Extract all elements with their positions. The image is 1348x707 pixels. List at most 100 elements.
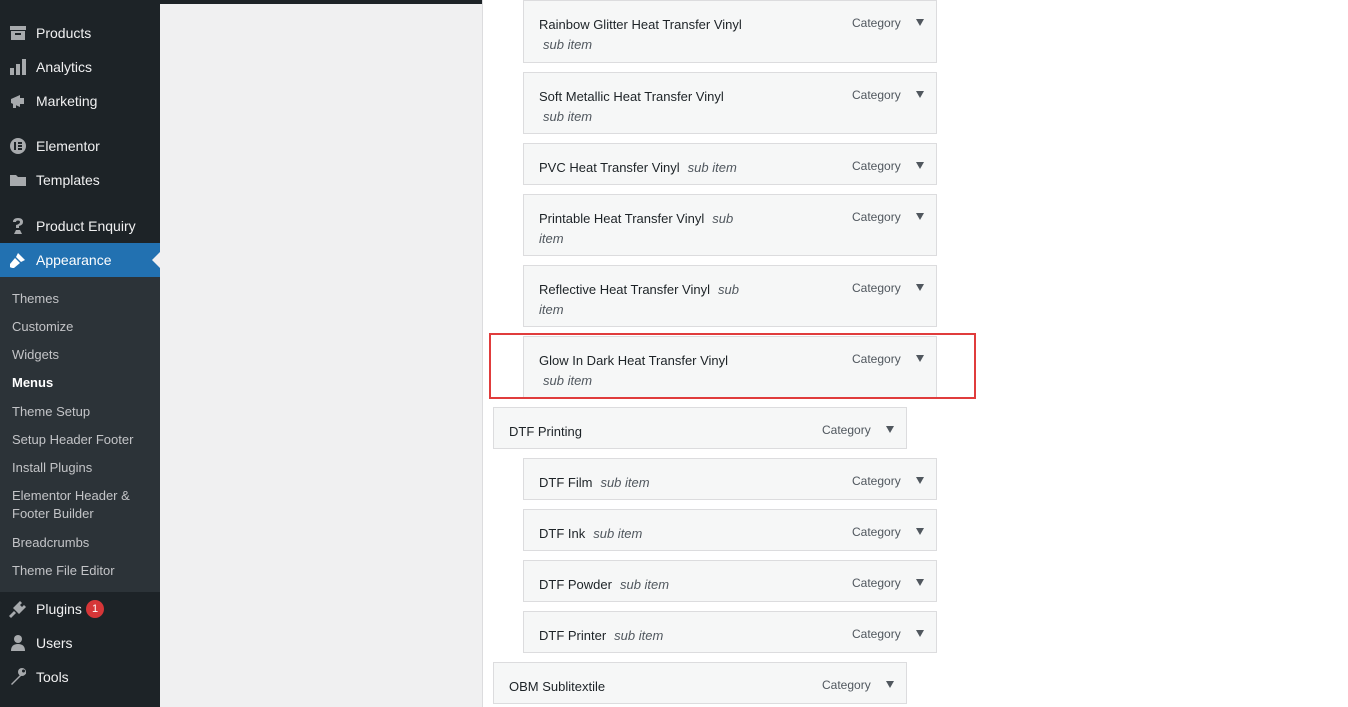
active-pointer [152, 252, 160, 268]
menu-item-type: Category [852, 159, 901, 173]
submenu-item-setup-header-footer[interactable]: Setup Header Footer [12, 431, 152, 449]
menu-item[interactable]: DTF Ink sub item Category [523, 509, 937, 551]
chevron-down-icon[interactable] [912, 87, 928, 103]
menu-item-title: DTF Ink sub item [539, 524, 839, 544]
chevron-down-icon[interactable] [912, 158, 928, 174]
wrench-icon [8, 667, 28, 687]
sidebar-item-tools[interactable]: Tools [0, 660, 160, 694]
menu-item-type: Category [822, 423, 871, 437]
submenu-item-widgets[interactable]: Widgets [12, 346, 152, 364]
menu-item-name: Glow In Dark Heat Transfer Vinyl [539, 353, 729, 368]
sidebar-item-label: Users [36, 635, 73, 651]
menu-item[interactable]: Rainbow Glitter Heat Transfer Vinyl sub i… [523, 0, 937, 63]
chevron-down-icon[interactable] [912, 524, 928, 540]
menu-item-glow-in-dark[interactable]: Glow In Dark Heat Transfer Vinyl sub item… [523, 336, 937, 398]
submenu-item-themes[interactable]: Themes [12, 290, 152, 308]
chevron-down-icon[interactable] [882, 422, 898, 438]
menu-item-title: Printable Heat Transfer Vinyl sub item [539, 209, 744, 249]
bar-chart-icon [8, 57, 28, 77]
menu-item-name: PVC Heat Transfer Vinyl [539, 160, 680, 175]
menu-item-top-level[interactable]: DTF Printing Category [493, 407, 907, 449]
menu-item[interactable]: DTF Powder sub item Category [523, 560, 937, 602]
menu-item-type: Category [852, 576, 901, 590]
sidebar-item-plugins[interactable]: Plugins 1 [0, 592, 160, 626]
menu-item[interactable]: PVC Heat Transfer Vinyl sub item Category [523, 143, 937, 185]
menu-item-type: Category [852, 281, 901, 295]
chevron-down-icon[interactable] [912, 209, 928, 225]
sidebar-item-users[interactable]: Users [0, 626, 160, 660]
menu-item-depth-label: sub item [543, 37, 593, 52]
menu-item-depth-label: sub item [543, 109, 593, 124]
chevron-down-icon[interactable] [912, 351, 928, 367]
menu-item-name: DTF Powder [539, 577, 612, 592]
menu-item-name: OBM Sublitextile [509, 679, 606, 694]
menu-item-type: Category [822, 678, 871, 692]
chevron-down-icon[interactable] [912, 575, 928, 591]
sidebar-item-label: Products [36, 25, 92, 41]
chevron-down-icon[interactable] [882, 677, 898, 693]
menu-item-top-level[interactable]: OBM Sublitextile Category [493, 662, 907, 704]
appearance-submenu: Themes Customize Widgets Menus Theme Set… [0, 277, 160, 592]
menu-item-type: Category [852, 627, 901, 641]
menu-item[interactable]: Soft Metallic Heat Transfer Vinyl sub ite… [523, 72, 937, 134]
sidebar-item-label: Elementor [36, 138, 100, 154]
sidebar-item-elementor[interactable]: Elementor [0, 129, 160, 163]
menu-item-type: Category [852, 352, 901, 366]
submenu-item-elementor-header-footer-builder[interactable]: Elementor Header & Footer Builder [12, 487, 152, 523]
sidebar-item-label: Appearance [36, 252, 112, 268]
sidebar-item-products[interactable]: Products [0, 16, 160, 50]
chevron-down-icon[interactable] [912, 280, 928, 296]
paintbrush-icon [8, 250, 28, 270]
menu-item-title: PVC Heat Transfer Vinyl sub item [539, 158, 839, 178]
sidebar-item-label: Tools [36, 669, 69, 685]
menu-item-name: DTF Printer [539, 628, 607, 643]
menu-item-name: DTF Ink [539, 526, 586, 541]
menu-item-title: DTF Powder sub item [539, 575, 839, 595]
menu-item-depth-label: sub item [600, 475, 650, 490]
menu-item[interactable]: Printable Heat Transfer Vinyl sub item Ca… [523, 194, 937, 256]
folder-icon [8, 170, 28, 190]
sidebar-item-templates[interactable]: Templates [0, 163, 160, 197]
submenu-item-install-plugins[interactable]: Install Plugins [12, 459, 152, 477]
menu-item-type: Category [852, 210, 901, 224]
menu-item[interactable]: DTF Film sub item Category [523, 458, 937, 500]
menu-item-type: Category [852, 474, 901, 488]
sidebar-item-product-enquiry[interactable]: Product Enquiry [0, 209, 160, 243]
submenu-item-menus[interactable]: Menus [12, 374, 152, 392]
submenu-item-customize[interactable]: Customize [12, 318, 152, 336]
menu-item-name: Printable Heat Transfer Vinyl [539, 211, 705, 226]
menu-item-type: Category [852, 16, 901, 30]
chevron-down-icon[interactable] [912, 15, 928, 31]
megaphone-icon [8, 91, 28, 111]
submenu-item-theme-file-editor[interactable]: Theme File Editor [12, 562, 152, 580]
menu-item-depth-label: sub item [543, 373, 593, 388]
sidebar-item-appearance[interactable]: Appearance [0, 243, 160, 277]
menu-item-title: Reflective Heat Transfer Vinyl sub item [539, 280, 744, 320]
chevron-down-icon[interactable] [912, 626, 928, 642]
submenu-item-breadcrumbs[interactable]: Breadcrumbs [12, 534, 152, 552]
submenu-item-theme-setup[interactable]: Theme Setup [12, 403, 152, 421]
sidebar-item-label: Templates [36, 172, 100, 188]
chevron-down-icon[interactable] [912, 473, 928, 489]
menu-item-title: DTF Film sub item [539, 473, 839, 493]
sidebar-item-marketing[interactable]: Marketing [0, 84, 160, 118]
menu-item[interactable]: Reflective Heat Transfer Vinyl sub item C… [523, 265, 937, 327]
menu-item-type: Category [852, 525, 901, 539]
menu-item-name: Reflective Heat Transfer Vinyl [539, 282, 710, 297]
sidebar-item-label: Plugins [36, 601, 82, 617]
menu-item[interactable]: DTF Printer sub item Category [523, 611, 937, 653]
sidebar-item-label: Analytics [36, 59, 93, 75]
sidebar-item-analytics[interactable]: Analytics [0, 50, 160, 84]
menu-item-type: Category [852, 88, 901, 102]
menu-item-title: DTF Printing [509, 422, 719, 442]
menu-item-depth-label: sub item [614, 628, 664, 643]
menu-item-name: Rainbow Glitter Heat Transfer Vinyl [539, 17, 742, 32]
menu-item-title: Glow In Dark Heat Transfer Vinyl sub item [539, 351, 749, 391]
sidebar-item-label: Product Enquiry [36, 218, 136, 234]
menu-item-depth-label: sub item [687, 160, 737, 175]
menu-item-title: OBM Sublitextile [509, 677, 719, 697]
menu-item-title: Soft Metallic Heat Transfer Vinyl sub ite… [539, 87, 749, 127]
menu-item-title: Rainbow Glitter Heat Transfer Vinyl sub i… [539, 15, 749, 55]
archive-icon [8, 23, 28, 43]
menu-item-name: DTF Film [539, 475, 593, 490]
